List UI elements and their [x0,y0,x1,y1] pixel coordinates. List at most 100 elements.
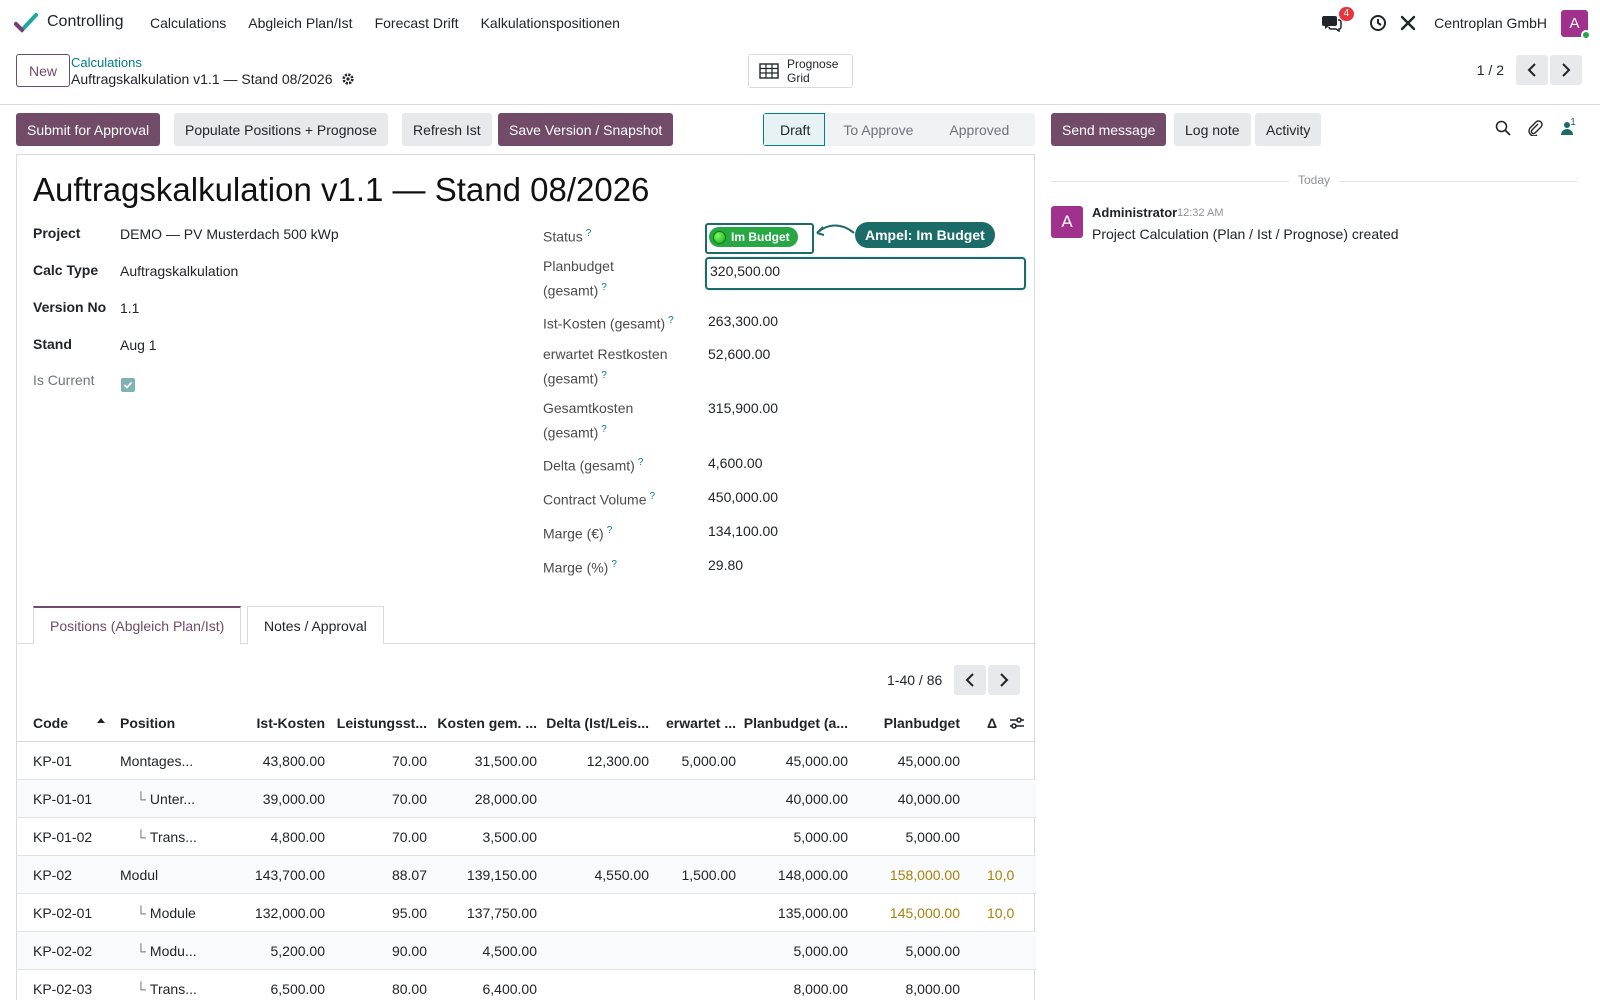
project-value[interactable]: DEMO — PV Musterdach 500 kWp [120,226,339,242]
calc-type-value[interactable]: Auftragskalkulation [120,263,238,279]
list-next-button[interactable] [988,665,1021,695]
clock-icon[interactable] [1366,11,1390,35]
delta-value[interactable]: 4,600.00 [708,455,763,471]
marge-eur-value[interactable]: 134,100.00 [708,523,778,539]
cell-d [987,780,1036,818]
table-row[interactable]: KP-01 Montages... 43,800.00 70.00 31,500.00 1… [17,742,1036,780]
col-position[interactable]: Position [120,704,230,742]
search-icon[interactable] [1494,119,1512,137]
col-kosten-gem[interactable]: Kosten gem. ... [427,704,537,742]
cell-kosten: 28,000.00 [474,791,537,807]
pager-next-button[interactable] [1550,55,1582,85]
submit-for-approval-button[interactable]: Submit for Approval [16,113,161,146]
planbudget-input[interactable]: 320,500.00 [705,257,1026,290]
cell-d [987,742,1036,780]
log-note-button[interactable]: Log note [1174,113,1251,146]
col-code[interactable]: Code [33,704,118,742]
cell-erwartet [649,932,736,970]
tools-icon[interactable] [1396,11,1420,35]
prognose-grid-button[interactable]: Prognose Grid [748,54,853,88]
chevron-right-icon [1562,63,1571,77]
tab-notes-approval[interactable]: Notes / Approval [247,606,384,644]
record-pager-value[interactable]: 1 / 2 [1477,62,1504,78]
cell-leist: 90.00 [391,943,427,959]
list-prev-button[interactable] [954,665,987,695]
table-row[interactable]: KP-01-01 └ Unter... 39,000.00 70.00 28,000.00… [17,780,1036,818]
gesamtkosten-value[interactable]: 315,900.00 [708,400,778,416]
breadcrumb-calculations[interactable]: Calculations [71,55,142,70]
app-logo-icon[interactable] [14,11,38,35]
message-avatar[interactable]: A [1051,206,1083,238]
stage-draft[interactable]: Draft [763,113,826,146]
table-header: Code Position Ist-Kosten Leistungsst... … [17,704,1036,742]
messages-icon[interactable]: 4 [1320,7,1355,35]
table-row[interactable]: KP-02 Modul 143,700.00 88.07 139,150.00 4,550… [17,856,1036,894]
marge-pct-value[interactable]: 29.80 [708,557,743,573]
col-erwartet[interactable]: erwartet ... [649,704,736,742]
stage-to-approve[interactable]: To Approve [825,113,931,146]
cell-delta [537,894,649,932]
send-message-button[interactable]: Send message [1051,113,1167,146]
message-time: 12:32 AM [1177,207,1224,219]
stand-value[interactable]: Aug 1 [120,337,157,353]
refresh-ist-button[interactable]: Refresh Ist [402,113,492,146]
cell-ist: 6,500.00 [270,981,326,997]
cell-ist: 4,800.00 [270,829,326,845]
col-ist-kosten[interactable]: Ist-Kosten [230,704,325,742]
menu-abgleich[interactable]: Abgleich Plan/Ist [248,15,352,31]
col-leistungsstand[interactable]: Leistungsst... [325,704,427,742]
cell-code: KP-01-01 [33,791,93,807]
menu-forecast-drift[interactable]: Forecast Drift [375,15,459,31]
callout-arrow-icon [816,224,855,236]
calc-type-label: Calc Type [33,262,99,278]
status-badge[interactable]: Im Budget [709,227,798,247]
control-panel-divider [0,104,1600,105]
menu-calculations[interactable]: Calculations [150,15,226,31]
cell-leist: 70.00 [391,753,427,769]
company-switcher[interactable]: Centroplan GmbH [1434,15,1547,31]
stage-approved[interactable]: Approved [931,113,1027,146]
activity-button[interactable]: Activity [1255,113,1322,146]
is-current-checkbox[interactable] [121,378,135,392]
version-no-value[interactable]: 1.1 [120,300,139,316]
breadcrumb-current-label: Auftragskalkulation v1.1 — Stand 08/2026 [71,71,333,87]
paperclip-icon[interactable] [1526,119,1544,137]
table-row[interactable]: KP-01-02 └ Trans... 4,800.00 70.00 3,500.00 5,… [17,818,1036,856]
populate-positions-button[interactable]: Populate Positions + Prognose [174,113,388,146]
menu-kalkulationspositionen[interactable]: Kalkulationspositionen [481,15,620,31]
cell-ist: 132,000.00 [254,905,325,921]
new-button[interactable]: New [16,54,71,87]
tab-positions[interactable]: Positions (Abgleich Plan/Ist) [33,606,242,644]
table-row[interactable]: KP-02-01 └ Module 132,000.00 95.00 137,750.00… [17,894,1036,932]
cell-plan: 158,000.00 [889,867,960,883]
cell-plan-a: 8,000.00 [793,981,849,997]
nav-menu: Calculations Abgleich Plan/Ist Forecast … [150,15,642,31]
table-row[interactable]: KP-02-03 └ Trans... 6,500.00 80.00 6,400.00 8,… [17,970,1036,1000]
cell-plan-a: 5,000.00 [793,943,849,959]
contract-volume-value[interactable]: 450,000.00 [708,489,778,505]
message-author[interactable]: Administrator [1092,205,1177,220]
cell-delta [537,932,649,970]
column-settings-icon[interactable] [1009,704,1031,742]
pager-prev-button[interactable] [1516,55,1548,85]
record-pager: 1 / 2 [1477,55,1582,85]
user-avatar[interactable]: A [1561,9,1591,40]
list-pager-value[interactable]: 1-40 / 86 [887,672,942,688]
followers-icon[interactable]: 1 [1558,117,1576,137]
cell-position-text: Trans... [149,981,197,997]
app-name[interactable]: Controlling [47,13,123,31]
col-planbudget-a[interactable]: Planbudget (a... [736,704,848,742]
delta-label: Delta (gesamt)? [543,457,644,474]
cell-kosten: 3,500.00 [482,829,538,845]
save-version-button[interactable]: Save Version / Snapshot [498,113,674,146]
cell-kosten: 6,400.00 [482,981,538,997]
table-row[interactable]: KP-02-02 └ Modu... 5,200.00 90.00 4,500.00 5,0… [17,932,1036,970]
ist-kosten-value[interactable]: 263,300.00 [708,313,778,329]
col-planbudget[interactable]: Planbudget [848,704,960,742]
restkosten-value[interactable]: 52,600.00 [708,346,770,362]
top-navbar: Controlling Calculations Abgleich Plan/I… [0,0,1600,46]
stand-label: Stand [33,336,72,352]
record-title[interactable]: Auftragskalkulation v1.1 — Stand 08/2026 [33,171,649,209]
col-delta-ist[interactable]: Delta (Ist/Leis... [537,704,649,742]
gear-icon[interactable] [341,72,355,86]
